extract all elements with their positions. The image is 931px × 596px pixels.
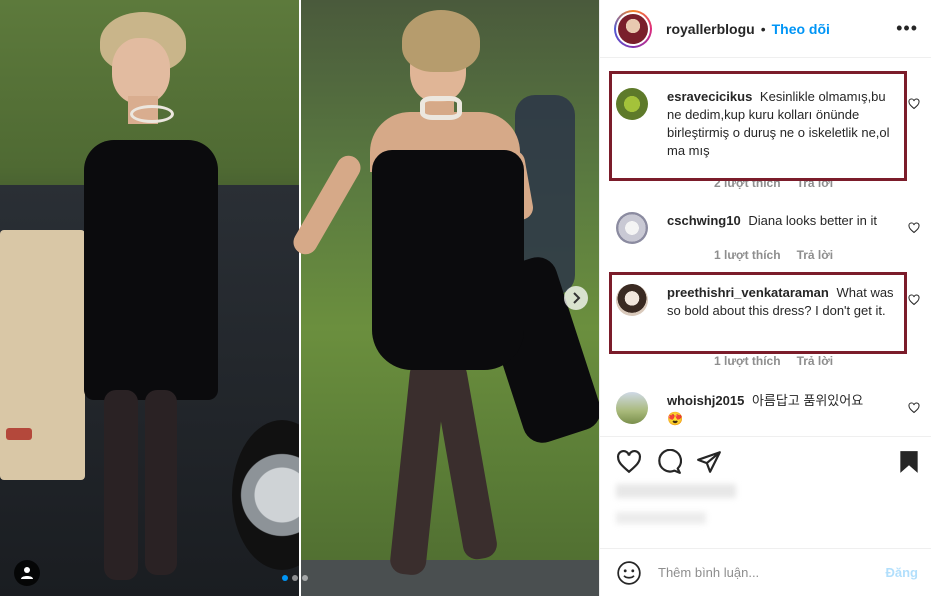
necklace-shape xyxy=(130,105,174,123)
comment-text: 아름답고 품위있어요 xyxy=(751,393,864,408)
carousel-dot xyxy=(292,575,298,581)
comment-username[interactable]: whoishj2015 xyxy=(667,393,744,408)
heart-icon[interactable] xyxy=(908,294,920,306)
emoji-heart-eyes-icon: 😍 xyxy=(667,411,684,426)
carousel-indicator xyxy=(282,575,308,581)
like-heart-icon[interactable] xyxy=(616,449,642,475)
post-panel: royallerblogu • Theo dõi ••• esravecicik… xyxy=(599,0,931,596)
action-bar xyxy=(600,436,931,482)
timestamp-blurred xyxy=(616,512,706,524)
user-icon xyxy=(21,567,33,579)
post-header: royallerblogu • Theo dõi ••• xyxy=(600,0,931,58)
highlight-box xyxy=(609,71,907,181)
comment-body: cschwing10 Diana looks better in it xyxy=(667,212,903,230)
path-shape xyxy=(301,560,599,596)
necklace-shape xyxy=(420,96,462,120)
more-options-icon[interactable]: ••• xyxy=(896,18,918,39)
commenter-avatar[interactable] xyxy=(616,392,648,424)
reply-button[interactable]: Trả lời xyxy=(797,248,834,262)
carousel-dot xyxy=(282,575,288,581)
face-shape xyxy=(112,38,170,104)
comment-username[interactable]: cschwing10 xyxy=(667,213,741,228)
chevron-right-icon xyxy=(573,292,581,304)
post-media[interactable] xyxy=(0,0,599,596)
follow-button[interactable]: Theo dõi xyxy=(772,21,830,37)
comment-meta: 1 lượt thích Trả lời xyxy=(714,354,833,368)
avatar-image xyxy=(618,13,648,44)
share-paper-plane-icon[interactable] xyxy=(696,449,722,475)
comment-meta: 1 lượt thích Trả lời xyxy=(714,248,833,262)
photo-left xyxy=(0,0,299,596)
add-comment-bar: Đăng xyxy=(600,548,931,596)
heart-icon[interactable] xyxy=(908,402,920,414)
car-light-shape xyxy=(6,428,32,440)
leg-shape xyxy=(104,390,138,580)
comment-text: Diana looks better in it xyxy=(748,213,877,228)
emoji-picker-icon[interactable] xyxy=(616,560,642,586)
carousel-dot xyxy=(302,575,308,581)
bookmark-icon[interactable] xyxy=(896,449,922,475)
reply-button[interactable]: Trả lời xyxy=(797,354,834,368)
comment-likes[interactable]: 1 lượt thích xyxy=(714,354,781,368)
heart-icon[interactable] xyxy=(908,222,920,234)
heart-icon[interactable] xyxy=(908,98,920,110)
separator-dot: • xyxy=(760,20,766,37)
comments-list[interactable]: esravecicikus Kesinlikle olmamış,bu ne d… xyxy=(600,58,931,436)
dress-shape xyxy=(84,140,218,400)
comment-input[interactable] xyxy=(658,565,858,580)
post-comment-button[interactable]: Đăng xyxy=(886,565,919,580)
avatar[interactable] xyxy=(614,9,652,48)
comment-bubble-icon[interactable] xyxy=(656,449,682,475)
commenter-avatar[interactable] xyxy=(616,212,648,244)
car-door-shape xyxy=(0,230,85,480)
comment-body: whoishj2015 아름답고 품위있어요 😍 xyxy=(667,392,903,428)
post-username[interactable]: royallerblogu xyxy=(666,21,755,37)
dress-shape xyxy=(372,150,524,370)
hair-shape xyxy=(402,10,480,72)
tagged-user-button[interactable] xyxy=(14,560,40,586)
likes-count-blurred xyxy=(616,484,736,498)
comment-likes[interactable]: 1 lượt thích xyxy=(714,248,781,262)
leg-shape xyxy=(145,390,177,575)
highlight-box xyxy=(609,272,907,354)
carousel-next-button[interactable] xyxy=(564,286,588,310)
